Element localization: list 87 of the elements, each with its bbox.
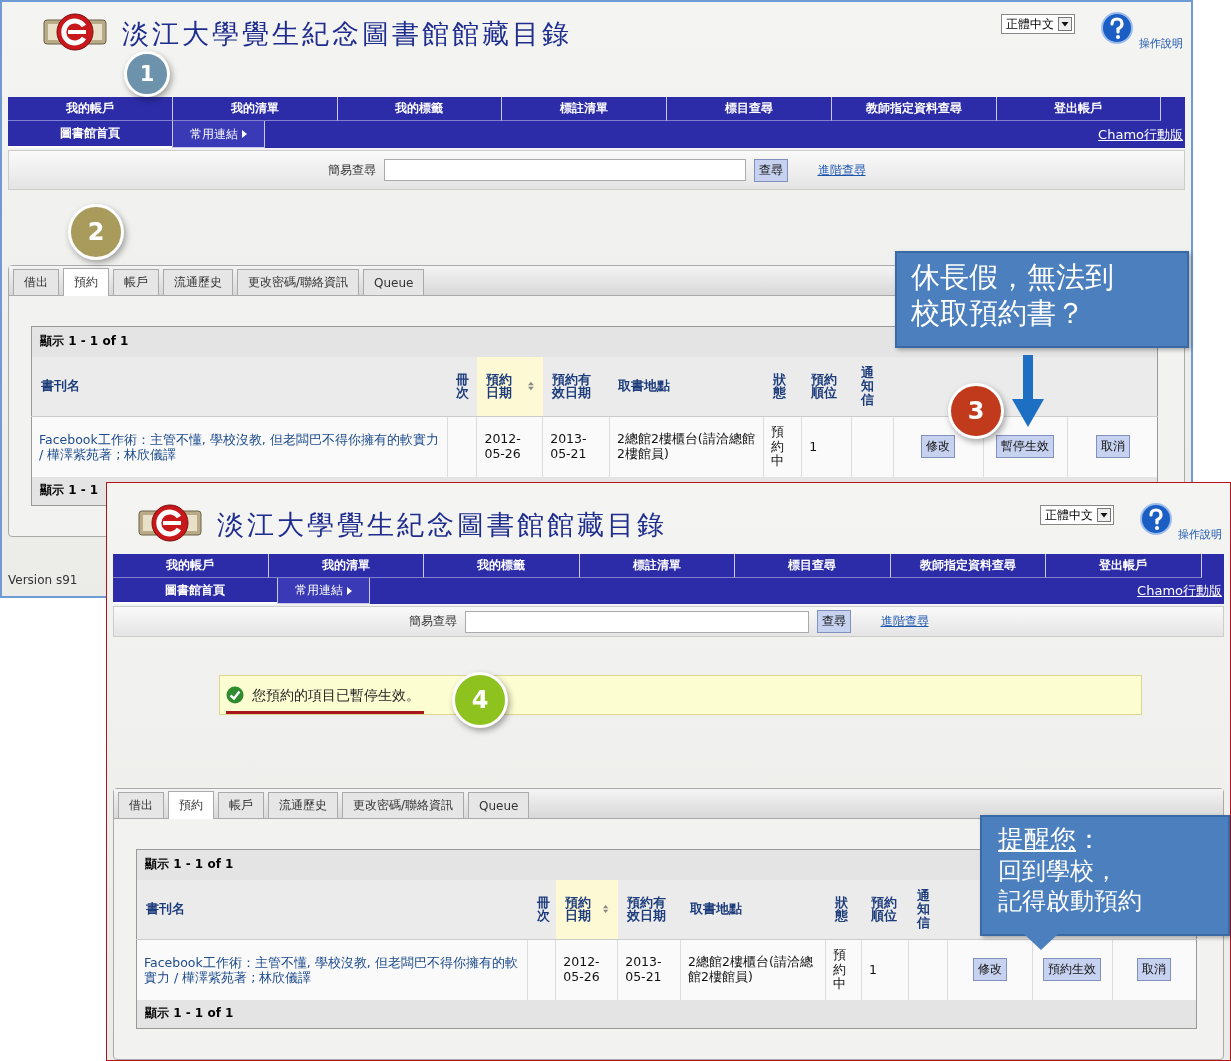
- column-header[interactable]: 預約日期: [555, 879, 618, 940]
- table-cell: 2012-05-26: [484, 431, 521, 461]
- logo: [137, 503, 203, 543]
- check-icon: [226, 686, 244, 705]
- mobile-version-link[interactable]: Chamo行動版: [1137, 582, 1224, 601]
- action-button[interactable]: 取消: [1095, 435, 1130, 459]
- column-header[interactable]: 取書地點: [609, 356, 764, 417]
- table-cell: 預約中: [771, 424, 785, 468]
- column-header[interactable]: 冊次: [447, 356, 477, 417]
- table-cell: 2013-05-21: [550, 431, 587, 461]
- caret-icon: [242, 130, 247, 138]
- action-button[interactable]: 修改: [921, 435, 956, 459]
- table-cell: 1: [869, 961, 878, 977]
- search-field[interactable]: [464, 610, 809, 633]
- column-header[interactable]: 預約有效日期: [617, 879, 681, 940]
- nav-item[interactable]: 教師指定資料查尋: [890, 554, 1047, 579]
- column-header[interactable]: 預約順位: [861, 879, 909, 940]
- down-arrow: [1012, 355, 1044, 427]
- nav-item[interactable]: 標目查尋: [667, 97, 832, 121]
- nav-item[interactable]: 登出帳戶: [996, 97, 1162, 121]
- tab[interactable]: 預約: [63, 268, 109, 296]
- column-header[interactable]: 狀態: [763, 356, 802, 417]
- mobile-version-link[interactable]: Chamo行動版: [1098, 125, 1185, 144]
- advanced-search-link[interactable]: 進階查尋: [880, 613, 929, 631]
- action-button[interactable]: 取消: [1137, 958, 1172, 982]
- table-cell: 1: [809, 438, 818, 454]
- results-summary: 顯示 1 - 1 of 1: [136, 999, 1197, 1029]
- table-cell: 2012-05-26: [563, 954, 600, 984]
- catalog-title: 淡江大學覺生紀念圖書館館藏目錄: [217, 508, 667, 542]
- column-header[interactable]: 書刊名: [136, 879, 528, 940]
- help-link[interactable]: 操作說明: [1178, 527, 1222, 542]
- column-header[interactable]: 取書地點: [680, 879, 826, 940]
- language-select[interactable]: 正體中文: [1001, 14, 1075, 34]
- nav-item[interactable]: 標註清單: [579, 554, 736, 579]
- tab[interactable]: 預約: [168, 791, 214, 819]
- tab[interactable]: 帳戶: [218, 792, 264, 818]
- table-cell: 預約中: [833, 947, 847, 991]
- help-icon[interactable]: [1140, 503, 1172, 535]
- help-link[interactable]: 操作說明: [1139, 36, 1183, 51]
- language-select[interactable]: 正體中文: [1040, 505, 1114, 525]
- catalog-title: 淡江大學覺生紀念圖書館館藏目錄: [122, 17, 572, 51]
- search-button[interactable]: 查尋: [753, 158, 788, 182]
- column-header[interactable]: 通知信: [851, 356, 894, 417]
- column-header[interactable]: 冊次: [527, 879, 556, 940]
- sort-icon: [527, 380, 534, 393]
- version-text: Version s91: [8, 573, 78, 587]
- nav-item[interactable]: 標目查尋: [735, 554, 891, 579]
- nav-item[interactable]: 教師指定資料查尋: [831, 97, 997, 121]
- help-icon[interactable]: [1101, 12, 1133, 44]
- action-button[interactable]: 預約生效: [1043, 958, 1102, 982]
- search-field[interactable]: [383, 159, 746, 181]
- notice-text: 您預約的項目已暫停生效。: [226, 686, 424, 714]
- nav-item[interactable]: 我的標籤: [337, 97, 503, 121]
- column-header[interactable]: 預約有效日期: [542, 356, 610, 417]
- tab[interactable]: 借出: [118, 792, 164, 818]
- column-header[interactable]: 預約順位: [801, 356, 852, 417]
- column-header[interactable]: 狀態: [825, 879, 862, 940]
- advanced-search-link[interactable]: 進階查尋: [817, 161, 866, 179]
- tab[interactable]: 流通歷史: [163, 269, 233, 295]
- tab[interactable]: 帳戶: [113, 269, 159, 295]
- action-button[interactable]: 暫停生效: [996, 435, 1055, 459]
- nav-item[interactable]: 我的標籤: [424, 554, 580, 579]
- logo: [42, 12, 108, 52]
- search-button[interactable]: 查尋: [816, 610, 851, 634]
- nav-item[interactable]: 我的帳戶: [113, 554, 269, 579]
- nav-item[interactable]: 我的帳戶: [8, 97, 173, 121]
- tab[interactable]: 流通歷史: [268, 792, 338, 818]
- nav-item[interactable]: 常用連結: [172, 121, 265, 148]
- column-header[interactable]: 書刊名: [31, 356, 448, 417]
- tab[interactable]: 更改密碼/聯絡資訊: [237, 269, 360, 295]
- search-label: 簡易查尋: [408, 613, 457, 631]
- table-cell: 2總館2樓櫃台(請洽總館2樓館員): [688, 954, 813, 984]
- column-header[interactable]: 通知信: [908, 879, 948, 940]
- column-header[interactable]: 預約日期: [476, 356, 543, 417]
- sort-icon: [603, 903, 609, 916]
- nav-item[interactable]: 常用連結: [277, 578, 370, 605]
- tab[interactable]: Queue: [468, 792, 530, 818]
- nav-item[interactable]: 標註清單: [502, 97, 668, 121]
- table-cell: 2013-05-21: [625, 954, 662, 984]
- tab[interactable]: 更改密碼/聯絡資訊: [342, 792, 465, 818]
- search-label: 簡易查尋: [327, 161, 376, 179]
- tab[interactable]: 借出: [13, 269, 59, 295]
- action-button[interactable]: 修改: [973, 958, 1008, 982]
- tab[interactable]: Queue: [363, 269, 425, 295]
- table-cell: 2總館2樓櫃台(請洽總館2樓館員): [616, 431, 755, 461]
- caret-icon: [347, 586, 352, 595]
- nav-item[interactable]: 登出帳戶: [1046, 554, 1202, 579]
